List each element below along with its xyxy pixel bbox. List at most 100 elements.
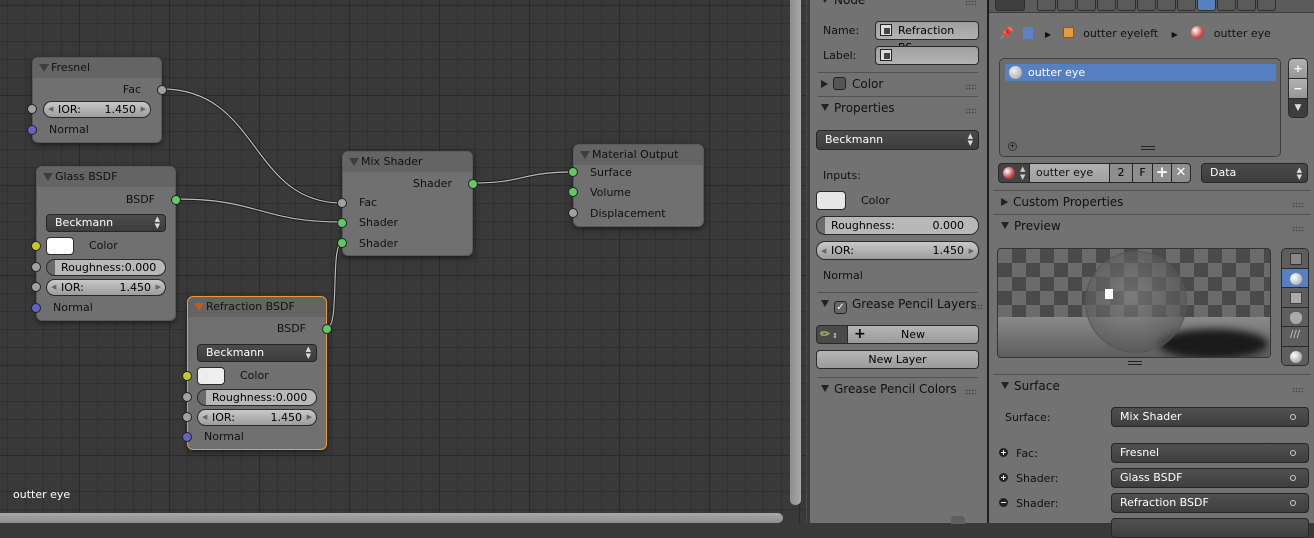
surface-shader-selector[interactable]: Mix Shader	[1111, 407, 1309, 427]
expand-shader-1-icon[interactable]: +	[999, 473, 1008, 482]
unlink-material-button[interactable]: ✕	[1171, 163, 1191, 183]
gp-new-layer-button[interactable]: New Layer	[816, 350, 979, 369]
editor-type-button[interactable]	[995, 0, 1025, 11]
ior-field[interactable]: ◀ IOR: 1.450 ▶	[43, 101, 151, 118]
tab-world[interactable]	[1097, 0, 1116, 11]
color-checkbox[interactable]	[833, 77, 846, 90]
node-material-output[interactable]: Material Output Surface Volume Displacem…	[568, 144, 704, 227]
drag-grip-icon[interactable]	[965, 108, 977, 114]
tab-scene[interactable]	[1077, 0, 1096, 11]
resize-handle-icon[interactable]	[1141, 146, 1155, 150]
color-swatch[interactable]	[46, 237, 74, 255]
socket-in-normal[interactable]	[27, 125, 37, 135]
node-header[interactable]: Refraction BSDF	[188, 297, 326, 317]
tab-particles[interactable]	[1237, 0, 1256, 11]
tab-render-layers[interactable]	[1057, 0, 1076, 11]
socket-in-volume[interactable]	[568, 187, 578, 197]
ior-field[interactable]: ◀ IOR: 1.450 ▶	[46, 279, 166, 296]
node-editor[interactable]: Fresnel Fac ◀ IOR: 1.450 ▶ Normal Glass BSD…	[0, 0, 806, 523]
node-refraction-bsdf[interactable]: Refraction BSDF BSDF Beckmann ▲ ▼ Color Ro…	[182, 296, 332, 450]
tab-texture[interactable]	[1217, 0, 1236, 11]
panel-header-color[interactable]: Color	[821, 77, 883, 91]
tab-physics[interactable]	[1257, 0, 1276, 11]
drag-grip-icon[interactable]	[965, 0, 977, 6]
roughness-field[interactable]: Roughness: 0.000	[197, 389, 317, 406]
collapse-triangle-icon[interactable]	[349, 158, 359, 166]
panel-header-custom-properties[interactable]: Custom Properties	[1001, 195, 1123, 209]
distribution-dropdown[interactable]: Beckmann ▲ ▼	[816, 130, 979, 150]
preview-monkey-button[interactable]	[1282, 307, 1308, 328]
socket-in-roughness[interactable]	[182, 392, 192, 402]
tab-modifiers[interactable]	[1157, 0, 1176, 11]
gp-new-button[interactable]: + New	[847, 325, 979, 344]
node-label-field[interactable]	[875, 46, 979, 65]
remove-slot-button[interactable]: −	[1289, 79, 1307, 99]
drag-grip-icon[interactable]	[965, 84, 977, 90]
node-header[interactable]: Material Output	[574, 145, 703, 165]
material-slot-list[interactable]: outter eye +	[999, 58, 1281, 157]
collapse-triangle-icon[interactable]	[194, 303, 204, 311]
node-mix-shader[interactable]: Mix Shader Shader Fac Shader Shader	[337, 151, 478, 256]
socket-in-roughness[interactable]	[31, 262, 41, 272]
distribution-dropdown[interactable]: Beckmann ▲ ▼	[46, 214, 166, 232]
node-fresnel[interactable]: Fresnel Fac ◀ IOR: 1.450 ▶ Normal	[27, 57, 167, 143]
socket-in-color[interactable]	[31, 241, 41, 251]
drag-grip-icon[interactable]	[965, 389, 977, 395]
node-glass-bsdf[interactable]: Glass BSDF BSDF Beckmann ▲ ▼ Color Roughne…	[31, 166, 181, 321]
tab-data[interactable]	[1177, 0, 1196, 11]
socket-in-shader-2[interactable]	[337, 238, 347, 248]
drag-grip-icon[interactable]	[1292, 202, 1304, 208]
panel-header-surface[interactable]: Surface	[1001, 379, 1060, 393]
preview-sky-button[interactable]	[1282, 346, 1308, 365]
material-browse-button[interactable]: ▲ ▼	[998, 163, 1030, 183]
socket-out-fac[interactable]	[157, 85, 167, 95]
vertical-scrollbar[interactable]	[790, 0, 801, 505]
panel-header-grease-pencil-colors[interactable]: Grease Pencil Colors	[821, 382, 957, 396]
node-name-field[interactable]: Refraction BS...	[875, 21, 979, 54]
tab-constraints[interactable]	[1137, 0, 1156, 11]
preview-flat-button[interactable]	[1282, 249, 1308, 269]
roughness-field[interactable]: Roughness: 0.000	[46, 259, 166, 276]
filter-options-icon[interactable]: +	[1008, 142, 1017, 151]
pin-icon[interactable]: 📌	[999, 26, 1014, 40]
collapse-triangle-icon[interactable]	[43, 173, 53, 181]
socket-in-ior[interactable]	[27, 104, 37, 114]
panel-header-node[interactable]: Node	[821, 0, 865, 7]
fake-user-button[interactable]: F	[1132, 163, 1153, 183]
expand-fac-icon[interactable]: +	[999, 448, 1008, 457]
fac-input-selector[interactable]: Fresnel	[1111, 443, 1309, 463]
drag-grip-icon[interactable]	[1292, 226, 1304, 232]
grease-pencil-selector[interactable]: ✏ ⇕	[816, 325, 848, 344]
socket-in-displacement[interactable]	[568, 208, 578, 218]
socket-in-shader-1[interactable]	[337, 218, 347, 228]
nested-input-selector[interactable]	[1111, 518, 1309, 538]
shader-2-input-selector[interactable]: Refraction BSDF	[1111, 493, 1309, 513]
node-header[interactable]: Fresnel	[33, 58, 161, 78]
tab-render[interactable]	[1037, 0, 1056, 11]
collapse-triangle-icon[interactable]	[580, 151, 590, 159]
color-swatch[interactable]	[197, 367, 225, 385]
tab-object[interactable]	[1117, 0, 1136, 11]
material-name-field[interactable]: outter eye	[1029, 163, 1110, 183]
slot-specials-button[interactable]: ▼	[1289, 99, 1307, 117]
new-material-button[interactable]: +	[1152, 163, 1172, 183]
socket-out-bsdf[interactable]	[171, 195, 181, 205]
socket-in-fac[interactable]	[337, 198, 347, 208]
link-mode-dropdown[interactable]: Data ▲ ▼	[1201, 163, 1308, 183]
preview-cube-button[interactable]	[1282, 288, 1308, 308]
distribution-dropdown[interactable]: Beckmann ▲ ▼	[197, 344, 317, 362]
gp-layers-checkbox[interactable]: ✓	[834, 301, 847, 314]
users-count-button[interactable]: 2	[1109, 163, 1133, 183]
tab-material[interactable]	[1197, 0, 1216, 11]
drag-grip-icon[interactable]	[971, 304, 983, 310]
drag-grip-icon[interactable]	[1292, 387, 1304, 393]
preview-sphere-button[interactable]	[1282, 268, 1308, 289]
socket-in-color[interactable]	[182, 371, 192, 381]
socket-out-bsdf[interactable]	[322, 324, 332, 334]
node-header[interactable]: Mix Shader	[343, 152, 472, 172]
roughness-field[interactable]: Roughness: 0.000	[816, 216, 979, 235]
socket-in-normal[interactable]	[31, 303, 41, 313]
node-header[interactable]: Glass BSDF	[37, 167, 175, 187]
horizontal-scrollbar[interactable]	[0, 513, 783, 523]
panel-header-grease-pencil-layers[interactable]: ✓ Grease Pencil Layers	[821, 297, 977, 314]
